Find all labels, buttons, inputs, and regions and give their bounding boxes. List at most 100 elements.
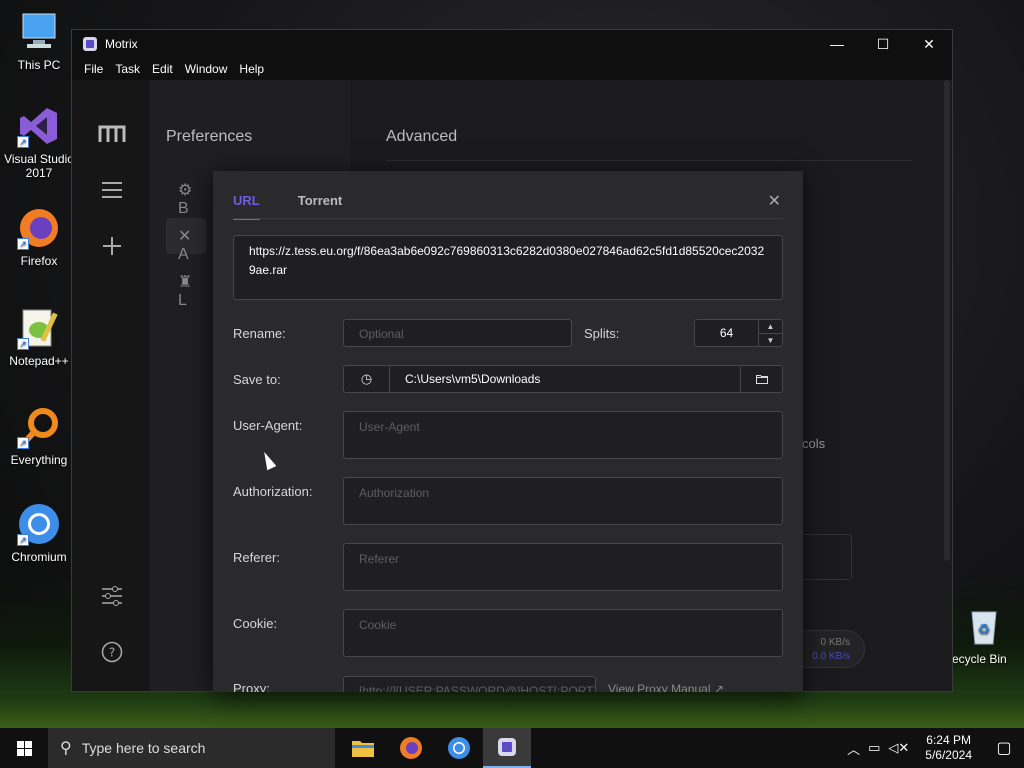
menu-file[interactable]: File <box>78 62 109 76</box>
content-scrollbar[interactable] <box>944 80 950 561</box>
desktop-icon-chromium[interactable]: ↗ Chromium <box>0 502 78 564</box>
desktop-icon-label: Chromium <box>11 550 67 564</box>
close-icon[interactable]: ✕ <box>768 191 781 211</box>
help-icon[interactable]: ? <box>98 638 126 666</box>
user-agent-input[interactable]: User-Agent <box>343 411 783 459</box>
cookie-input[interactable]: Cookie <box>343 609 783 657</box>
motrix-logo-icon[interactable] <box>98 120 126 148</box>
network-icon[interactable]: ▭ <box>864 740 884 756</box>
preferences-heading: Preferences <box>166 128 253 145</box>
clock[interactable]: 6:24 PM 5/6/2024 <box>913 733 984 763</box>
taskbar-chromium[interactable] <box>435 728 483 768</box>
desktop-icon-label: Everything <box>10 453 68 467</box>
splits-value: 64 <box>719 326 734 340</box>
minimize-button[interactable]: — <box>814 30 860 58</box>
recycle-bin-icon: ♻ <box>962 604 1006 648</box>
authorization-label: Authorization: <box>233 484 313 499</box>
windows-logo-icon <box>16 740 32 756</box>
desktop-icon-notepad-plus-plus[interactable]: ↗ Notepad++ <box>0 306 78 368</box>
authorization-placeholder: Authorization <box>359 486 430 500</box>
visual-studio-icon: ↗ <box>17 104 61 148</box>
rename-input[interactable]: Optional <box>343 319 572 347</box>
proxy-label: Proxy: <box>233 681 270 692</box>
taskbar-firefox[interactable] <box>387 728 435 768</box>
referer-placeholder: Referer <box>359 552 400 566</box>
side-rail: ? <box>72 80 150 691</box>
authorization-input[interactable]: Authorization <box>343 477 783 525</box>
stepper-arrows: ▲ ▼ <box>758 320 782 346</box>
taskbar-motrix[interactable] <box>483 728 531 768</box>
rename-label: Rename: <box>233 326 286 341</box>
motrix-app-icon <box>83 37 97 51</box>
maximize-button[interactable]: ☐ <box>860 30 906 58</box>
splits-stepper[interactable]: 64 ▲ ▼ <box>694 319 783 347</box>
rename-placeholder: Optional <box>359 327 404 341</box>
dialog-tabs: URL Torrent <box>233 193 380 220</box>
splits-label: Splits: <box>584 326 620 341</box>
user-agent-placeholder: User-Agent <box>359 420 420 434</box>
proxy-input[interactable]: [http://][USER:PASSWORD@]HOST[:PORT] <box>343 676 596 692</box>
url-textarea[interactable]: https://z.tess.eu.org/f/86ea3ab6e092c769… <box>233 235 783 300</box>
notepad-plus-plus-icon: ↗ <box>17 306 61 350</box>
chevron-down-icon[interactable]: ▼ <box>759 334 782 347</box>
save-path-input[interactable]: C:\Users\vm5\Downloads <box>390 372 740 386</box>
svg-text:♻: ♻ <box>978 621 991 637</box>
menu-edit[interactable]: Edit <box>146 62 179 76</box>
tab-torrent[interactable]: Torrent <box>298 193 343 220</box>
tab-url[interactable]: URL <box>233 193 260 220</box>
pref-item-lab[interactable]: ♜ L <box>166 264 206 309</box>
desktop-icon-label: ecycle Bin <box>952 652 1007 666</box>
desktop-icon-label: This PC <box>17 58 61 72</box>
firefox-icon: ↗ <box>17 206 61 250</box>
pref-item-advanced[interactable]: ✕ A <box>166 218 206 263</box>
svg-text:?: ? <box>109 646 115 660</box>
search-icon: ⚲ <box>60 740 72 757</box>
referer-input[interactable]: Referer <box>343 543 783 591</box>
flask-icon: ♜ <box>178 274 193 291</box>
content-heading: Advanced <box>386 128 458 145</box>
everything-search-icon: ↗ <box>17 405 61 449</box>
menu-bar: File Task Edit Window Help <box>72 58 952 80</box>
desktop-icon-visual-studio[interactable]: ↗ Visual Studio 2017 <box>0 104 78 180</box>
external-link-icon: ↗ <box>713 682 724 692</box>
toggle-icon: ⚙ <box>178 182 193 199</box>
menu-help[interactable]: Help <box>233 62 270 76</box>
volume-muted-icon[interactable]: ◁✕ <box>884 740 913 756</box>
heading-divider <box>386 160 912 161</box>
desktop-icon-label: Firefox <box>20 254 58 268</box>
add-task-icon[interactable] <box>98 232 126 260</box>
history-clock-icon[interactable]: ◷ <box>344 366 390 392</box>
start-button[interactable] <box>0 728 48 768</box>
folder-icon[interactable] <box>740 366 782 392</box>
menu-window[interactable]: Window <box>179 62 234 76</box>
notification-icon[interactable]: ▢ <box>984 738 1024 758</box>
taskbar-file-explorer[interactable] <box>339 728 387 768</box>
close-button[interactable]: ✕ <box>906 30 952 58</box>
taskbar: ⚲ Type here to search ︿ ▭ ◁✕ 6:24 PM 5/6… <box>0 728 1024 768</box>
chromium-icon <box>448 737 470 759</box>
monitor-icon <box>17 10 61 54</box>
clock-date: 5/6/2024 <box>925 748 972 762</box>
system-tray: ︿ ▭ ◁✕ 6:24 PM 5/6/2024 ▢ <box>843 728 1024 768</box>
menu-list-icon[interactable] <box>98 176 126 204</box>
taskbar-search[interactable]: ⚲ Type here to search <box>48 728 335 768</box>
view-proxy-manual-link[interactable]: View Proxy Manual ↗ <box>608 682 724 692</box>
tools-icon: ✕ <box>178 228 192 245</box>
clock-time: 6:24 PM <box>926 733 971 747</box>
protocols-label-partial: cols <box>802 436 826 451</box>
chevron-up-icon[interactable]: ︿ <box>843 739 864 758</box>
search-placeholder: Type here to search <box>81 740 206 756</box>
desktop-icon-label: Visual Studio 2017 <box>4 152 74 180</box>
pref-item-basic[interactable]: ⚙ B <box>166 172 206 217</box>
chevron-up-icon[interactable]: ▲ <box>759 320 782 334</box>
desktop-icon-firefox[interactable]: ↗ Firefox <box>0 206 78 268</box>
save-to-label: Save to: <box>233 372 281 387</box>
desktop-icon-this-pc[interactable]: This PC <box>0 10 78 72</box>
preferences-sliders-icon[interactable] <box>98 582 126 610</box>
referer-label: Referer: <box>233 550 280 565</box>
motrix-app-icon <box>498 738 516 756</box>
desktop-icon-everything[interactable]: ↗ Everything <box>0 405 78 467</box>
menu-task[interactable]: Task <box>109 62 146 76</box>
folder-explorer-icon <box>352 741 374 757</box>
window-title: Motrix <box>105 37 138 51</box>
